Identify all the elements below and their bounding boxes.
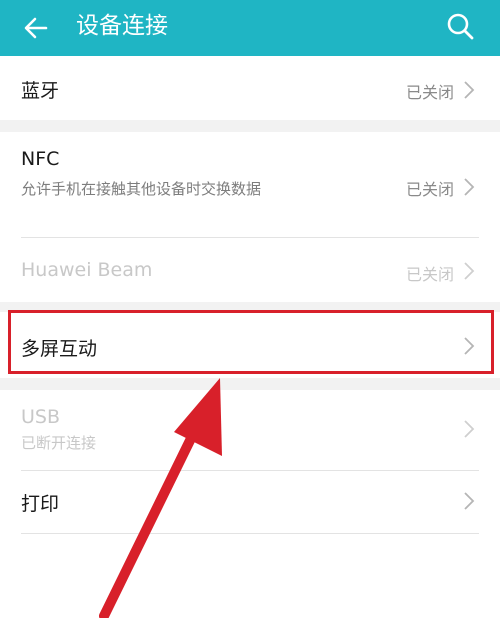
chevron-right-icon [464, 420, 475, 438]
bluetooth-label: 蓝牙 [21, 80, 60, 102]
huawei-beam-label: Huawei Beam [21, 259, 153, 281]
nfc-description: 允许手机在接触其他设备时交换数据 [21, 180, 262, 198]
huawei-beam-status: 已关闭 [405, 265, 454, 284]
settings-item-huawei-beam[interactable]: Huawei Beam 已关闭 [0, 238, 500, 302]
print-label: 打印 [21, 493, 60, 515]
section-gap [0, 378, 500, 390]
chevron-right-icon [464, 262, 475, 280]
page-title: 设备连接 [76, 13, 168, 39]
app-header: 设备连接 [0, 0, 500, 56]
section-gap [0, 120, 500, 132]
usb-label: USB [21, 406, 61, 428]
highlight-box [8, 310, 494, 374]
nfc-label: NFC [21, 148, 60, 170]
settings-item-nfc[interactable]: NFC 允许手机在接触其他设备时交换数据 已关闭 [0, 132, 500, 237]
back-arrow-icon[interactable] [20, 12, 52, 44]
chevron-right-icon [464, 492, 475, 510]
chevron-right-icon [464, 178, 475, 196]
divider [21, 533, 479, 534]
bluetooth-status: 已关闭 [405, 83, 454, 102]
settings-item-bluetooth[interactable]: 蓝牙 已关闭 [0, 56, 500, 120]
nfc-status: 已关闭 [405, 180, 454, 199]
settings-item-usb[interactable]: USB 已断开连接 [0, 390, 500, 470]
chevron-right-icon [464, 81, 475, 99]
settings-item-print[interactable]: 打印 [0, 471, 500, 533]
usb-description: 已断开连接 [21, 434, 97, 452]
search-icon[interactable] [444, 10, 476, 42]
